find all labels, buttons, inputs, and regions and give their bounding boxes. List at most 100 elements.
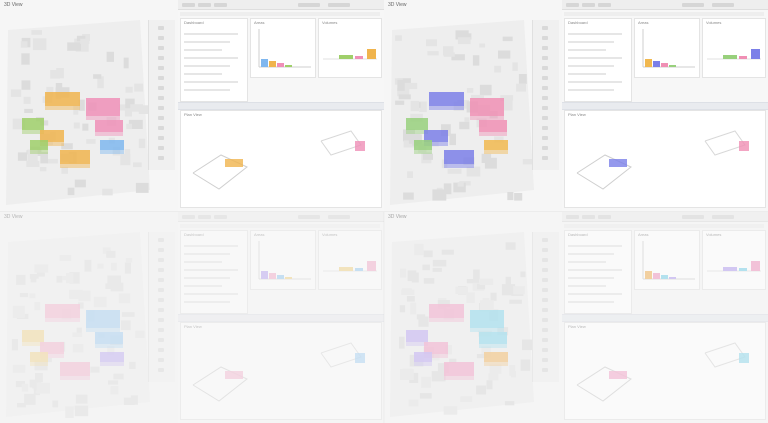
toolbar-icon[interactable] xyxy=(158,76,164,80)
toolbar-icon[interactable] xyxy=(158,348,164,352)
toolbar-icon[interactable] xyxy=(542,318,548,322)
topbar-tab[interactable] xyxy=(182,215,195,219)
toolbar-icon[interactable] xyxy=(542,156,548,160)
topbar-tab[interactable] xyxy=(712,215,734,219)
toolbar-icon[interactable] xyxy=(542,56,548,60)
background-building xyxy=(35,373,43,383)
toolbar-icon[interactable] xyxy=(158,298,164,302)
building-shadow xyxy=(429,106,464,110)
3d-viewport[interactable]: 3D View xyxy=(384,0,563,211)
background-building xyxy=(488,373,499,381)
toolbar-icon[interactable] xyxy=(542,358,548,362)
topbar-tab[interactable] xyxy=(566,3,579,7)
toolbar-icon[interactable] xyxy=(158,106,164,110)
toolbar-icon[interactable] xyxy=(158,328,164,332)
toolbar-icon[interactable] xyxy=(542,298,548,302)
background-building xyxy=(395,35,402,41)
background-building xyxy=(509,299,522,304)
background-building xyxy=(74,405,89,417)
topbar-tab[interactable] xyxy=(582,215,595,219)
toolbar-icon[interactable] xyxy=(542,238,548,242)
topbar-tab[interactable] xyxy=(328,215,350,219)
background-building xyxy=(31,30,42,35)
highlighted-building xyxy=(470,98,504,116)
background-building xyxy=(61,167,68,174)
topbar-tab[interactable] xyxy=(682,3,704,7)
toolbar-icon[interactable] xyxy=(542,328,548,332)
background-building xyxy=(102,188,113,196)
topbar-tab[interactable] xyxy=(598,215,611,219)
background-building xyxy=(39,167,47,172)
toolbar-icon[interactable] xyxy=(542,116,548,120)
table-row xyxy=(184,245,238,247)
topbar-tab[interactable] xyxy=(682,215,704,219)
toolbar-icon[interactable] xyxy=(542,146,548,150)
topbar-tab[interactable] xyxy=(198,215,211,219)
toolbar-icon[interactable] xyxy=(158,36,164,40)
toolbar-icon[interactable] xyxy=(542,258,548,262)
toolbar-icon[interactable] xyxy=(542,348,548,352)
3d-viewport[interactable]: 3D View xyxy=(0,212,179,423)
toolbar-icon[interactable] xyxy=(542,106,548,110)
toolbar-icon[interactable] xyxy=(158,116,164,120)
topbar-tab[interactable] xyxy=(214,3,227,7)
topbar-tab[interactable] xyxy=(598,3,611,7)
toolbar-icon[interactable] xyxy=(542,66,548,70)
background-building xyxy=(84,259,92,272)
toolbar-icon[interactable] xyxy=(542,136,548,140)
toolbar-icon[interactable] xyxy=(158,96,164,100)
toolbar-icon[interactable] xyxy=(542,308,548,312)
3d-viewport[interactable]: 3D View xyxy=(0,0,179,211)
toolbar-icon[interactable] xyxy=(542,278,548,282)
screenshot-grid: 3D View Dashboard Areas Volumes Plan View 3D … xyxy=(0,0,768,423)
table-row xyxy=(184,301,230,303)
toolbar-icon[interactable] xyxy=(158,56,164,60)
topbar-tab[interactable] xyxy=(182,3,195,7)
topbar-tab[interactable] xyxy=(214,215,227,219)
toolbar-icon[interactable] xyxy=(158,26,164,30)
toolbar-icon[interactable] xyxy=(158,238,164,242)
toolbar-icon[interactable] xyxy=(542,126,548,130)
topbar-tab[interactable] xyxy=(566,215,579,219)
toolbar-icon[interactable] xyxy=(158,308,164,312)
toolbar-icon[interactable] xyxy=(158,258,164,262)
topbar-tab[interactable] xyxy=(712,3,734,7)
toolbar-icon[interactable] xyxy=(542,86,548,90)
topbar-tab[interactable] xyxy=(298,215,320,219)
toolbar-icon[interactable] xyxy=(542,288,548,292)
toolbar-icon[interactable] xyxy=(542,368,548,372)
toolbar-icon[interactable] xyxy=(158,278,164,282)
toolbar-icon[interactable] xyxy=(158,66,164,70)
toolbar-icon[interactable] xyxy=(158,146,164,150)
toolbar-icon[interactable] xyxy=(542,26,548,30)
toolbar-icon[interactable] xyxy=(542,46,548,50)
toolbar-icon[interactable] xyxy=(158,46,164,50)
screenshot-panel-top-right: 3D View Dashboard Areas Volumes Plan View xyxy=(384,0,768,211)
toolbar-icon[interactable] xyxy=(542,248,548,252)
toolbar-icon[interactable] xyxy=(158,338,164,342)
toolbar-icon[interactable] xyxy=(158,318,164,322)
topbar-tab[interactable] xyxy=(328,3,350,7)
topbar-tab[interactable] xyxy=(198,3,211,7)
dashboard-pane: Dashboard Areas Volumes Plan View xyxy=(562,0,768,211)
toolbar-icon[interactable] xyxy=(158,288,164,292)
toolbar-icon[interactable] xyxy=(158,126,164,130)
toolbar-icon[interactable] xyxy=(542,338,548,342)
toolbar-icon[interactable] xyxy=(158,248,164,252)
topbar-tab[interactable] xyxy=(298,3,320,7)
toolbar-icon[interactable] xyxy=(542,76,548,80)
toolbar-icon[interactable] xyxy=(158,358,164,362)
topbar-tab[interactable] xyxy=(582,3,595,7)
toolbar-icon[interactable] xyxy=(158,86,164,90)
background-building xyxy=(466,166,481,177)
toolbar-icon[interactable] xyxy=(542,36,548,40)
toolbar-icon[interactable] xyxy=(158,268,164,272)
table-row xyxy=(568,81,622,83)
3d-viewport[interactable]: 3D View xyxy=(384,212,563,423)
toolbar-icon[interactable] xyxy=(158,156,164,160)
table-row xyxy=(568,285,606,287)
toolbar-icon[interactable] xyxy=(158,136,164,140)
toolbar-icon[interactable] xyxy=(542,96,548,100)
toolbar-icon[interactable] xyxy=(542,268,548,272)
toolbar-icon[interactable] xyxy=(158,368,164,372)
